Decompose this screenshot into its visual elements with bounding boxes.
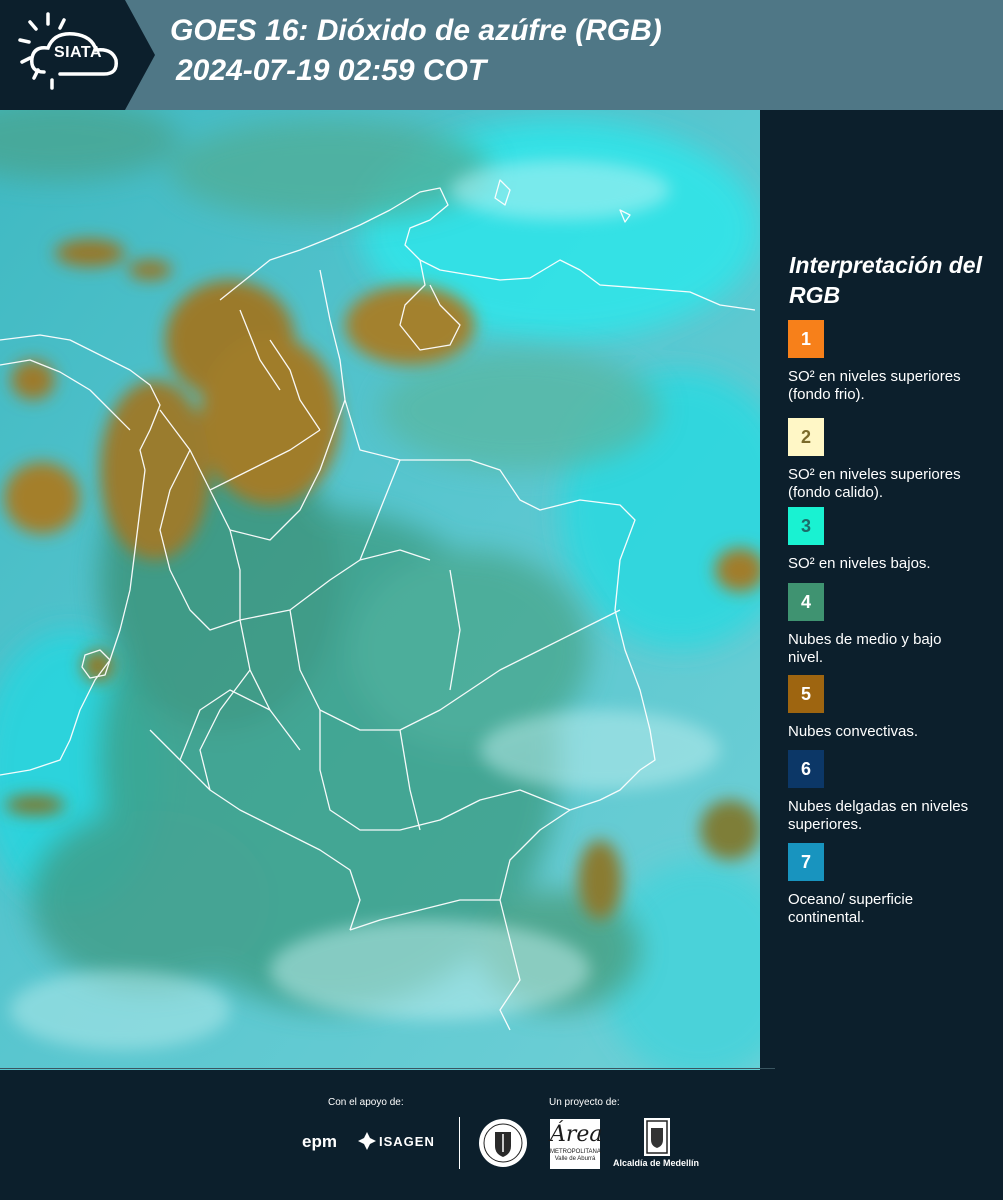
support-label: Con el apoyo de: [328,1097,404,1108]
page-timestamp: 2024-07-19 02:59 COT [176,54,487,87]
amva-subtitle: METROPOLITANA Valle de Aburrá [550,1149,601,1162]
amva-mark: Área [550,1122,603,1147]
legend-swatch-6: 6 [788,750,824,788]
footer-vertical-divider [459,1117,460,1169]
legend-label-1: SO² en niveles superiores (fondo frio). [788,368,961,403]
legend-label-5: Nubes convectivas. [788,723,919,740]
legend-item-4: 4 Nubes de medio y bajo nivel. [788,583,988,667]
satellite-map[interactable] [0,110,760,1070]
page-title: GOES 16: Dióxido de azúfre (RGB) [170,14,662,47]
legend-swatch-4: 4 [788,583,824,621]
legend-swatch-2: 2 [788,418,824,456]
legend-label-6: Nubes delgadas en niveles superiores. [788,798,969,833]
isagen-logo: ISAGEN [379,1134,435,1149]
alcaldia-label: Alcaldía de Medellín [613,1158,700,1168]
legend-item-6: 6 Nubes delgadas en niveles superiores. [788,750,988,834]
legend-label-7: Oceano/ superficie continental. [788,891,914,926]
legend-title: Interpretación del RGB [789,252,982,308]
legend-item-2: 2 SO² en niveles superiores (fondo calid… [788,418,988,502]
legend-label-3: SO² en niveles bajos. [788,555,931,572]
header: SIATA GOES 16: Dióxido de azúfre (RGB) 2… [0,0,1003,110]
legend-swatch-1: 1 [788,320,824,358]
legend-item-3: 3 SO² en niveles bajos. [788,507,988,573]
legend-swatch-7: 7 [788,843,824,881]
alcaldia-crest-icon [644,1118,670,1156]
legend-item-1: 1 SO² en niveles superiores (fondo frio)… [788,320,988,404]
satellite-image [0,110,760,1070]
footer-divider [0,1068,775,1069]
isagen-icon [358,1132,376,1150]
area-metropolitana-logo: Área METROPOLITANA Valle de Aburrá [550,1119,603,1169]
medellin-seal-icon [479,1119,527,1167]
legend-label-2: SO² en niveles superiores (fondo calido)… [788,466,961,501]
legend-label-4: Nubes de medio y bajo nivel. [788,631,942,666]
legend-swatch-3: 3 [788,507,824,545]
epm-logo: epm [302,1132,337,1151]
project-label: Un proyecto de: [549,1097,620,1108]
legend-item-7: 7 Oceano/ superficie continental. [788,843,988,927]
legend-item-5: 5 Nubes convectivas. [788,675,988,741]
legend-swatch-5: 5 [788,675,824,713]
siata-logo-block: SIATA [0,0,155,110]
legend-panel: Interpretación del RGB 1 SO² en niveles … [760,110,1003,1070]
footer: Con el apoyo de: Un proyecto de: epm ISA… [0,1068,1003,1200]
logo-text: SIATA [53,44,103,61]
